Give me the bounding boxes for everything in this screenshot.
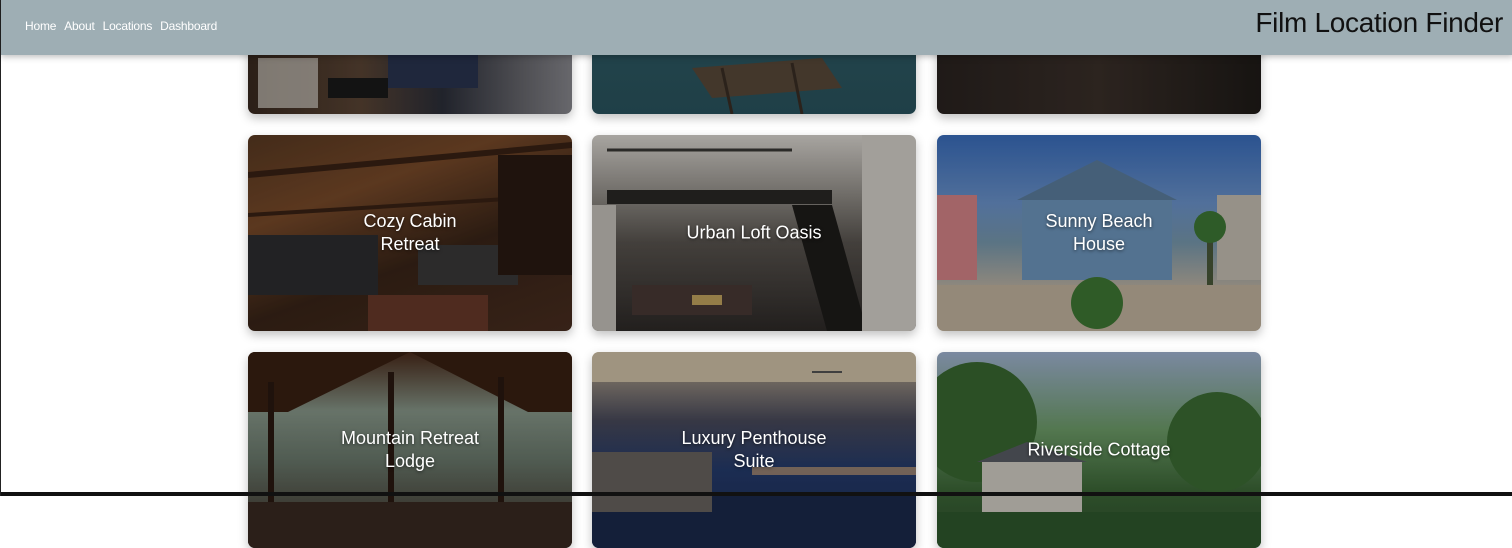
card-title: Riverside Cottage (1027, 439, 1171, 460)
location-card-cozy-cabin-retreat[interactable]: Cozy Cabin Retreat (248, 135, 572, 331)
card-title: Luxury Penthouse Suite (681, 428, 827, 471)
location-card-luxury-penthouse-suite[interactable]: Luxury Penthouse Suite (592, 352, 916, 548)
location-card-riverside-cottage[interactable]: Riverside Cottage (937, 352, 1261, 548)
card-title: Mountain Retreat Lodge (340, 428, 480, 471)
top-navbar: Home About Locations Dashboard Film Loca… (1, 0, 1512, 55)
nav-link-home[interactable]: Home (25, 19, 56, 33)
nav-links: Home About Locations Dashboard (25, 19, 217, 33)
bottom-border (1, 492, 1512, 496)
location-card-sunny-beach-house[interactable]: Sunny Beach House (937, 135, 1261, 331)
location-card-urban-loft-oasis[interactable]: Urban Loft Oasis (592, 135, 916, 331)
location-card-mountain-retreat-lodge[interactable]: Mountain Retreat Lodge (248, 352, 572, 548)
site-title: Film Location Finder (1255, 7, 1503, 38)
nav-link-locations[interactable]: Locations (103, 19, 153, 33)
card-title: Urban Loft Oasis (686, 222, 822, 243)
card-title: Cozy Cabin Retreat (363, 211, 457, 254)
location-grid: Cozy Cabin Retreat Urban Loft Oasis Sunn… (1, 0, 1512, 548)
nav-link-about[interactable]: About (64, 19, 95, 33)
nav-link-dashboard[interactable]: Dashboard (160, 19, 217, 33)
card-title: Sunny Beach House (1045, 211, 1153, 254)
